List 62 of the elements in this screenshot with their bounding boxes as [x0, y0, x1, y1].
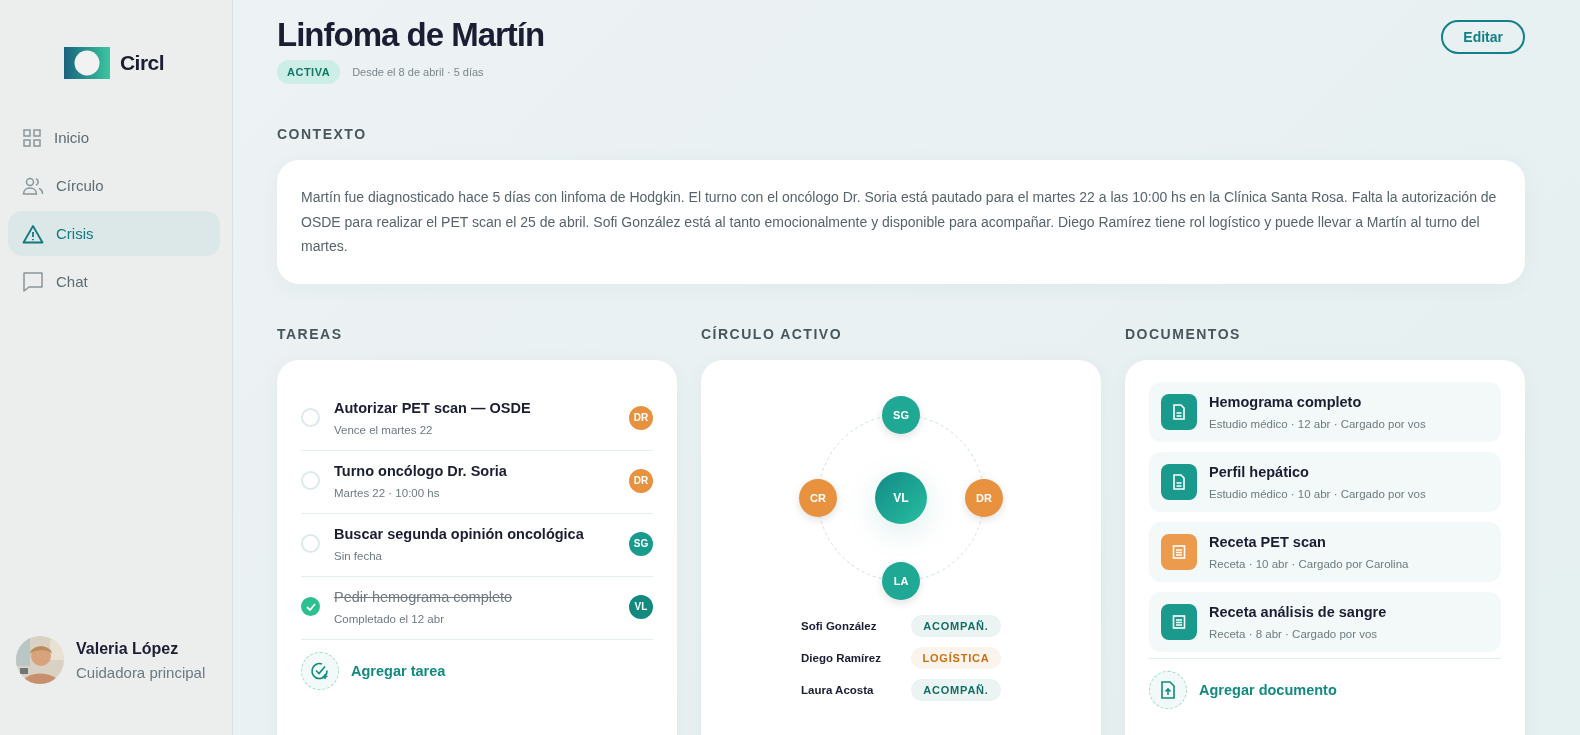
role-tag: LOGÍSTICA	[911, 646, 1001, 669]
user-role: Cuidadora principal	[76, 663, 206, 681]
logo-text: Circl	[119, 51, 165, 75]
user-name: Valeria López	[76, 639, 180, 658]
assignee-avatar: DR	[629, 405, 653, 430]
chat-icon	[22, 270, 44, 293]
task-title: Buscar segunda opinión oncológica	[334, 525, 585, 542]
warning-icon	[22, 223, 44, 244]
document-meta: Receta · 8 abr · Cargado por vos	[1209, 627, 1379, 640]
add-task-icon	[301, 651, 339, 690]
member-avatar[interactable]: SG	[882, 395, 920, 434]
member-name: Diego Ramírez	[801, 651, 882, 664]
page-title: Linfoma de Martín	[277, 16, 545, 54]
logo-icon	[63, 47, 110, 79]
member-name: Sofi González	[801, 619, 878, 632]
grid-icon	[22, 127, 42, 148]
role-tag: ACOMPAÑ.	[911, 614, 1001, 637]
nav-item[interactable]: Crisis	[8, 211, 220, 256]
document-item[interactable]: Perfil hepático Estudio médico · 10 abr · Cargado por vos	[1149, 451, 1501, 512]
assignee-avatar: VL	[629, 594, 653, 619]
people-icon	[22, 175, 44, 196]
assignee-avatar: SG	[629, 531, 653, 556]
since-text: Desde el 8 de abril · 5 días	[352, 66, 484, 78]
add-document-icon	[1149, 670, 1187, 709]
document-meta: Estudio médico · 10 abr · Cargado por vos	[1209, 487, 1427, 500]
member-avatar[interactable]: DR	[965, 478, 1003, 517]
task-meta: Martes 22 · 10:00 hs	[334, 486, 441, 499]
section-heading: DOCUMENTOS	[1125, 325, 1242, 342]
nav-item[interactable]: Inicio	[8, 115, 220, 160]
nav-item[interactable]: Chat	[8, 259, 220, 304]
document-item[interactable]: Receta PET scan Receta · 10 abr · Cargado por Carolina	[1149, 521, 1501, 582]
section-heading: CÍRCULO ACTIVO	[701, 325, 844, 342]
center-avatar: VL	[875, 471, 927, 524]
edit-button[interactable]: Editar	[1441, 20, 1525, 54]
document-title: Receta análisis de sangre	[1209, 603, 1388, 620]
document-title: Hemograma completo	[1209, 393, 1363, 410]
context-text: Martín fue diagnosticado hace 5 días con linfoma de Hodgkin. El turno con el oncólogo Dr. Soria está pautado para el martes 22 a las 10:00 hs en la Clínica Santa Rosa. Falta la autorización de OSDE para realizar el PET scan el 25 de abril. Sofi González está al tanto emocionalmente y disponible para acompañar. Diego Ramírez tiene rol logístico y puede llevar a Martín al turno del martes.	[301, 189, 1497, 254]
document-meta: Receta · 10 abr · Cargado por Carolina	[1209, 557, 1410, 570]
task-checkbox[interactable]	[301, 597, 320, 616]
task-meta: Completado el 12 abr	[334, 612, 445, 625]
document-item[interactable]: Receta análisis de sangre Receta · 8 abr · Cargado por vos	[1149, 591, 1501, 652]
add-document-link[interactable]: Agregar documento	[1199, 681, 1337, 698]
add-task-link[interactable]: Agregar tarea	[351, 662, 446, 679]
role-tag: ACOMPAÑ.	[911, 678, 1001, 701]
document-title: Receta PET scan	[1209, 533, 1327, 550]
task-title: Turno oncólogo Dr. Soria	[334, 462, 508, 479]
assignee-avatar: DR	[629, 468, 653, 493]
check-icon	[305, 602, 316, 611]
section-heading: TAREAS	[277, 325, 344, 342]
nav-item[interactable]: Círculo	[8, 163, 220, 208]
document-item[interactable]: Hemograma completo Estudio médico · 12 abr · Cargado por vos	[1149, 381, 1501, 442]
status-badge: ACTIVA	[277, 60, 341, 84]
task-meta: Sin fecha	[334, 549, 383, 562]
task-title: Pedir hemograma completo	[334, 588, 514, 605]
member-name: Laura Acosta	[801, 683, 875, 696]
section-heading: CONTEXTO	[277, 126, 368, 142]
member-avatar[interactable]: CR	[799, 478, 837, 517]
task-title: Autorizar PET scan — OSDE	[334, 399, 532, 416]
task-meta: Vence el martes 22	[334, 423, 434, 436]
document-meta: Estudio médico · 12 abr · Cargado por vos	[1209, 417, 1427, 430]
member-avatar[interactable]: LA	[882, 561, 920, 600]
document-title: Perfil hepático	[1209, 463, 1310, 480]
